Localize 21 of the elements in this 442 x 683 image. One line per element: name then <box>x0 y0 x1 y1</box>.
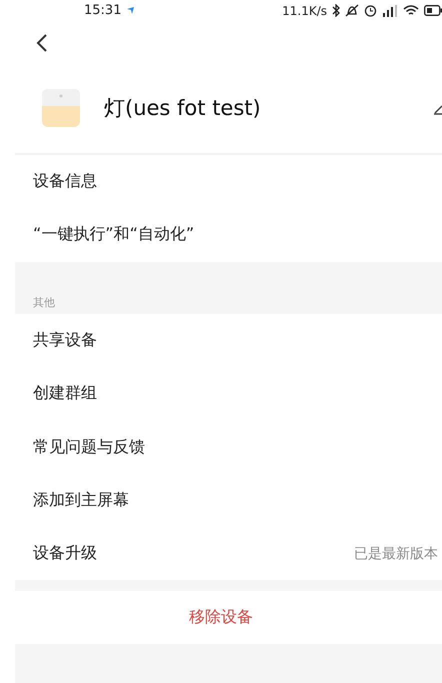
settings-item[interactable]: 设备升级 已是最新版本 <box>0 527 442 580</box>
status-time: 15:31 <box>84 3 122 18</box>
settings-item[interactable]: 创建群组 <box>0 367 442 421</box>
section-header: 其他 <box>15 262 442 314</box>
location-icon <box>127 7 134 14</box>
settings-item[interactable]: 常见问题与反馈 <box>0 420 442 474</box>
network-speed: 11.1K/s <box>282 4 327 18</box>
alarm-icon <box>364 4 377 18</box>
remove-device-button[interactable]: 移除设备 <box>179 601 263 634</box>
device-name: 灯(ues fot test) <box>104 95 261 122</box>
back-icon <box>36 32 48 53</box>
bluetooth-icon <box>332 4 340 18</box>
muted-bell-icon <box>345 4 359 18</box>
signal-icon <box>382 4 398 18</box>
settings-item[interactable]: 共享设备 <box>0 314 442 368</box>
wifi-icon <box>403 4 419 18</box>
battery-icon <box>424 5 442 16</box>
settings-item[interactable]: “一键执行”和“自动化” <box>0 208 442 262</box>
settings-item[interactable]: 添加到主屏幕 <box>0 474 442 528</box>
settings-item[interactable]: 设备信息 <box>0 155 442 208</box>
lamp-icon <box>42 89 80 128</box>
